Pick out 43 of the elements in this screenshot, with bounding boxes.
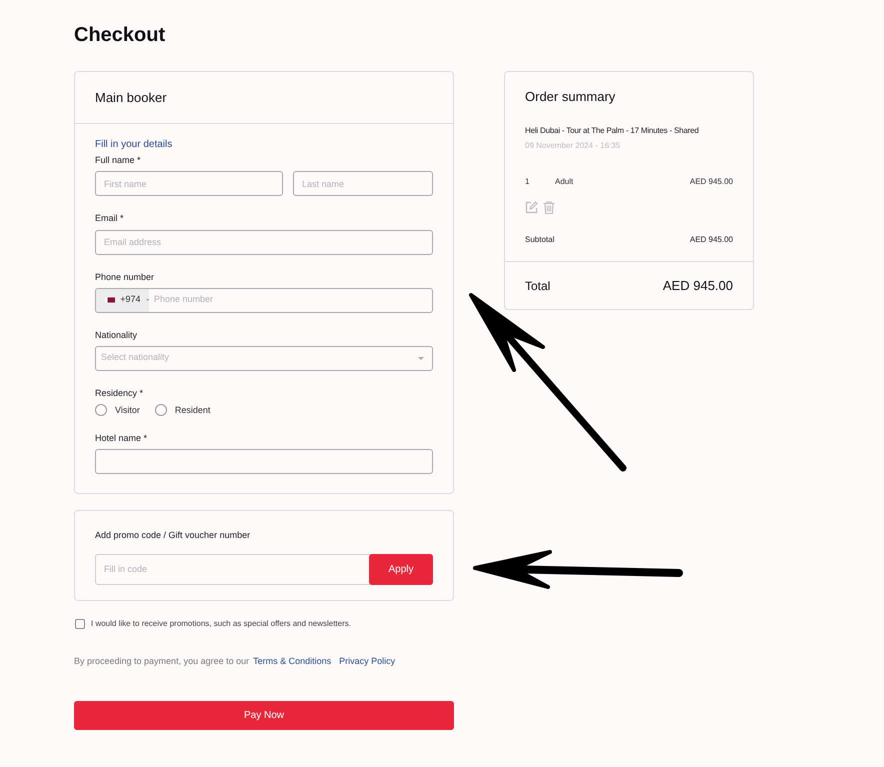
caret-icon <box>146 299 149 301</box>
pay-now-button[interactable]: Pay Now <box>74 701 454 730</box>
legal-notice: By proceeding to payment, you agree to our Terms & Conditions Privacy Policy <box>74 655 396 667</box>
form-subtitle: Fill in your details <box>95 139 174 151</box>
page-title: Checkout <box>74 23 166 48</box>
apply-button[interactable]: Apply <box>369 554 433 585</box>
trash-icon[interactable] <box>543 201 555 214</box>
subtotal-value: AED 945.00 <box>690 235 733 245</box>
edit-icon[interactable] <box>525 201 538 214</box>
subtotal-label: Subtotal <box>525 235 554 245</box>
caret-icon <box>418 356 424 360</box>
field-label: Hotel name * <box>95 432 148 444</box>
ticket-quantity: 1 <box>525 177 530 187</box>
total-value: AED 945.00 <box>662 278 733 294</box>
field-label: Nationality <box>95 328 138 340</box>
flag-icon <box>105 297 116 303</box>
radio-label[interactable]: Visitor <box>115 404 140 416</box>
promo-code-field[interactable]: Fill in code Apply <box>95 554 433 585</box>
product-name: Heli Dubai - Tour at The Palm - 17 Minutes - Shared <box>525 126 700 136</box>
radio-button[interactable] <box>95 404 107 416</box>
card-title: Order summary <box>525 89 616 105</box>
booking-date: 09 November 2024 - 16:35 <box>525 141 622 151</box>
checkbox[interactable] <box>75 619 85 629</box>
field-label: Email * <box>95 212 125 224</box>
radio-button[interactable] <box>154 404 167 416</box>
ticket-type: Adult <box>555 177 574 187</box>
phone-number-field[interactable]: +974 Phone number <box>95 288 433 312</box>
total-label: Total <box>525 278 550 294</box>
field-label: Phone number <box>95 270 156 282</box>
dial-code-selector[interactable]: +974 <box>96 288 149 312</box>
first-name-input[interactable]: First name <box>95 171 283 196</box>
field-label: Full name * <box>95 154 142 166</box>
last-name-input[interactable]: Last name <box>293 171 433 196</box>
newsletter-label: I would like to receive promotions, such as special offers and newsletters. <box>91 618 351 630</box>
terms-link[interactable]: Terms & Conditions <box>253 656 332 666</box>
card-title: Main booker <box>95 90 167 106</box>
promo-label: Add promo code / Gift voucher number <box>95 529 252 541</box>
text-input[interactable]: Email address <box>95 230 433 254</box>
field-label: Residency * <box>95 386 144 398</box>
text-input[interactable] <box>95 449 433 474</box>
radio-label[interactable]: Resident <box>174 404 210 416</box>
privacy-link[interactable]: Privacy Policy <box>339 656 396 666</box>
ticket-price: AED 945.00 <box>690 177 733 187</box>
